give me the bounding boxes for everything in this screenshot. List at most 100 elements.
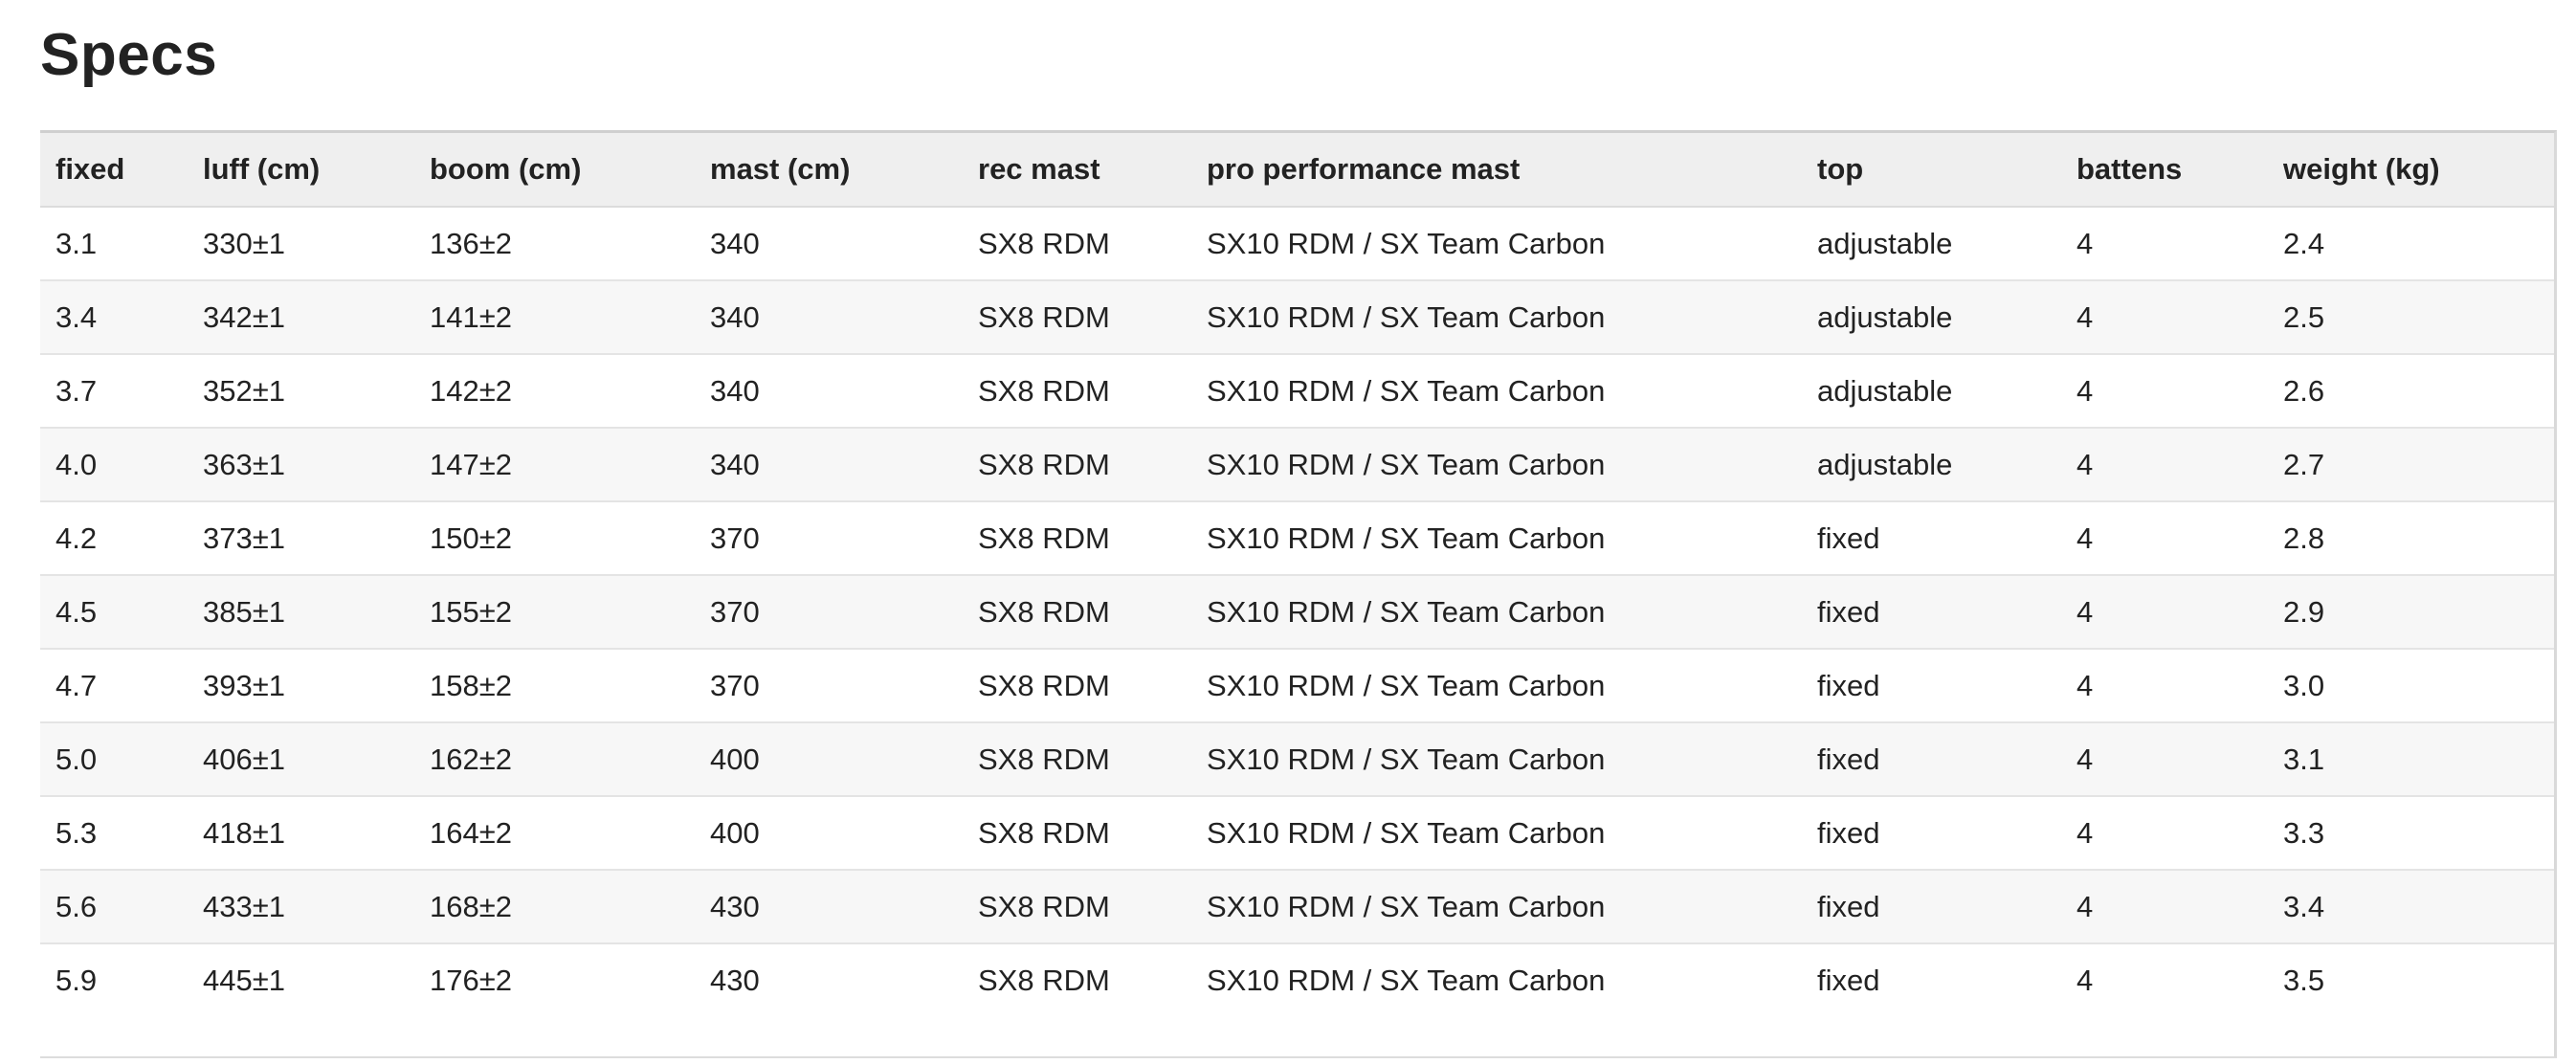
cell-fixed: 4.0 — [40, 428, 188, 502]
cell-luff: 342±1 — [188, 280, 414, 355]
cell-battens: 4 — [2061, 207, 2268, 281]
cell-luff: 433±1 — [188, 870, 414, 944]
cell-mast: 370 — [695, 649, 963, 723]
cell-rec-mast: SX8 RDM — [963, 501, 1191, 576]
table-row: 4.7 393±1 158±2 370 SX8 RDM SX10 RDM / SX Tea… — [40, 649, 2554, 723]
table-row: 5.9 445±1 176±2 430 SX8 RDM SX10 RDM / SX Tea… — [40, 943, 2554, 1016]
cell-mast: 340 — [695, 280, 963, 355]
specs-table-body: 3.1 330±1 136±2 340 SX8 RDM SX10 RDM / SX Tea… — [40, 207, 2554, 1016]
column-header-mast: mast (cm) — [695, 133, 963, 208]
cell-mast: 340 — [695, 354, 963, 429]
column-header-top: top — [1802, 133, 2061, 208]
cell-mast: 370 — [695, 575, 963, 650]
cell-luff: 385±1 — [188, 575, 414, 650]
table-row: 4.2 373±1 150±2 370 SX8 RDM SX10 RDM / SX Tea… — [40, 501, 2554, 576]
header-row: fixed luff (cm) boom (cm) mast (cm) rec … — [40, 133, 2554, 208]
column-header-rec-mast: rec mast — [963, 133, 1191, 208]
page-title: Specs — [40, 22, 218, 88]
table-row: 5.3 418±1 164±2 400 SX8 RDM SX10 RDM / SX Tea… — [40, 796, 2554, 871]
cell-luff: 418±1 — [188, 796, 414, 871]
cell-top: fixed — [1802, 575, 2061, 650]
column-header-boom: boom (cm) — [414, 133, 695, 208]
cell-luff: 445±1 — [188, 943, 414, 1016]
cell-luff: 352±1 — [188, 354, 414, 429]
column-header-fixed: fixed — [40, 133, 188, 208]
cell-boom: 150±2 — [414, 501, 695, 576]
cell-battens: 4 — [2061, 870, 2268, 944]
cell-rec-mast: SX8 RDM — [963, 796, 1191, 871]
table-row: 4.5 385±1 155±2 370 SX8 RDM SX10 RDM / SX Tea… — [40, 575, 2554, 650]
cell-weight: 3.0 — [2268, 649, 2554, 723]
cell-top: fixed — [1802, 796, 2061, 871]
cell-mast: 400 — [695, 722, 963, 797]
cell-pro-performance-mast: SX10 RDM / SX Team Carbon — [1191, 722, 1802, 797]
cell-fixed: 4.7 — [40, 649, 188, 723]
table-row: 5.6 433±1 168±2 430 SX8 RDM SX10 RDM / SX Tea… — [40, 870, 2554, 944]
cell-fixed: 3.7 — [40, 354, 188, 429]
cell-weight: 2.8 — [2268, 501, 2554, 576]
cell-battens: 4 — [2061, 943, 2268, 1016]
cell-rec-mast: SX8 RDM — [963, 428, 1191, 502]
cell-pro-performance-mast: SX10 RDM / SX Team Carbon — [1191, 870, 1802, 944]
cell-rec-mast: SX8 RDM — [963, 722, 1191, 797]
cell-fixed: 5.6 — [40, 870, 188, 944]
cell-boom: 164±2 — [414, 796, 695, 871]
cell-luff: 373±1 — [188, 501, 414, 576]
specs-table-container[interactable]: fixed luff (cm) boom (cm) mast (cm) rec … — [40, 130, 2557, 1058]
cell-rec-mast: SX8 RDM — [963, 870, 1191, 944]
cell-battens: 4 — [2061, 796, 2268, 871]
cell-weight: 2.9 — [2268, 575, 2554, 650]
cell-boom: 162±2 — [414, 722, 695, 797]
cell-rec-mast: SX8 RDM — [963, 943, 1191, 1016]
cell-battens: 4 — [2061, 722, 2268, 797]
cell-pro-performance-mast: SX10 RDM / SX Team Carbon — [1191, 280, 1802, 355]
cell-boom: 158±2 — [414, 649, 695, 723]
cell-fixed: 4.5 — [40, 575, 188, 650]
cell-weight: 2.4 — [2268, 207, 2554, 281]
cell-mast: 430 — [695, 870, 963, 944]
cell-top: fixed — [1802, 501, 2061, 576]
cell-mast: 370 — [695, 501, 963, 576]
cell-rec-mast: SX8 RDM — [963, 280, 1191, 355]
cell-boom: 176±2 — [414, 943, 695, 1016]
cell-rec-mast: SX8 RDM — [963, 354, 1191, 429]
cell-battens: 4 — [2061, 649, 2268, 723]
cell-battens: 4 — [2061, 575, 2268, 650]
cell-rec-mast: SX8 RDM — [963, 575, 1191, 650]
cell-pro-performance-mast: SX10 RDM / SX Team Carbon — [1191, 796, 1802, 871]
cell-fixed: 5.3 — [40, 796, 188, 871]
cell-weight: 3.1 — [2268, 722, 2554, 797]
cell-pro-performance-mast: SX10 RDM / SX Team Carbon — [1191, 649, 1802, 723]
cell-boom: 147±2 — [414, 428, 695, 502]
cell-top: adjustable — [1802, 354, 2061, 429]
cell-battens: 4 — [2061, 428, 2268, 502]
cell-weight: 3.3 — [2268, 796, 2554, 871]
cell-weight: 3.4 — [2268, 870, 2554, 944]
cell-pro-performance-mast: SX10 RDM / SX Team Carbon — [1191, 575, 1802, 650]
cell-weight: 2.7 — [2268, 428, 2554, 502]
cell-pro-performance-mast: SX10 RDM / SX Team Carbon — [1191, 354, 1802, 429]
cell-fixed: 5.9 — [40, 943, 188, 1016]
table-row: 3.7 352±1 142±2 340 SX8 RDM SX10 RDM / SX Tea… — [40, 354, 2554, 429]
table-row: 3.1 330±1 136±2 340 SX8 RDM SX10 RDM / SX Tea… — [40, 207, 2554, 281]
cell-boom: 142±2 — [414, 354, 695, 429]
cell-boom: 141±2 — [414, 280, 695, 355]
cell-weight: 2.6 — [2268, 354, 2554, 429]
cell-top: adjustable — [1802, 428, 2061, 502]
cell-mast: 430 — [695, 943, 963, 1016]
cell-weight: 3.5 — [2268, 943, 2554, 1016]
cell-pro-performance-mast: SX10 RDM / SX Team Carbon — [1191, 943, 1802, 1016]
cell-top: adjustable — [1802, 207, 2061, 281]
cell-pro-performance-mast: SX10 RDM / SX Team Carbon — [1191, 428, 1802, 502]
column-header-luff: luff (cm) — [188, 133, 414, 208]
cell-luff: 406±1 — [188, 722, 414, 797]
cell-mast: 340 — [695, 207, 963, 281]
cell-top: adjustable — [1802, 280, 2061, 355]
specs-table-head: fixed luff (cm) boom (cm) mast (cm) rec … — [40, 133, 2554, 208]
cell-top: fixed — [1802, 649, 2061, 723]
cell-luff: 363±1 — [188, 428, 414, 502]
column-header-battens: battens — [2061, 133, 2268, 208]
table-row: 4.0 363±1 147±2 340 SX8 RDM SX10 RDM / SX Tea… — [40, 428, 2554, 502]
cell-boom: 168±2 — [414, 870, 695, 944]
cell-weight: 2.5 — [2268, 280, 2554, 355]
